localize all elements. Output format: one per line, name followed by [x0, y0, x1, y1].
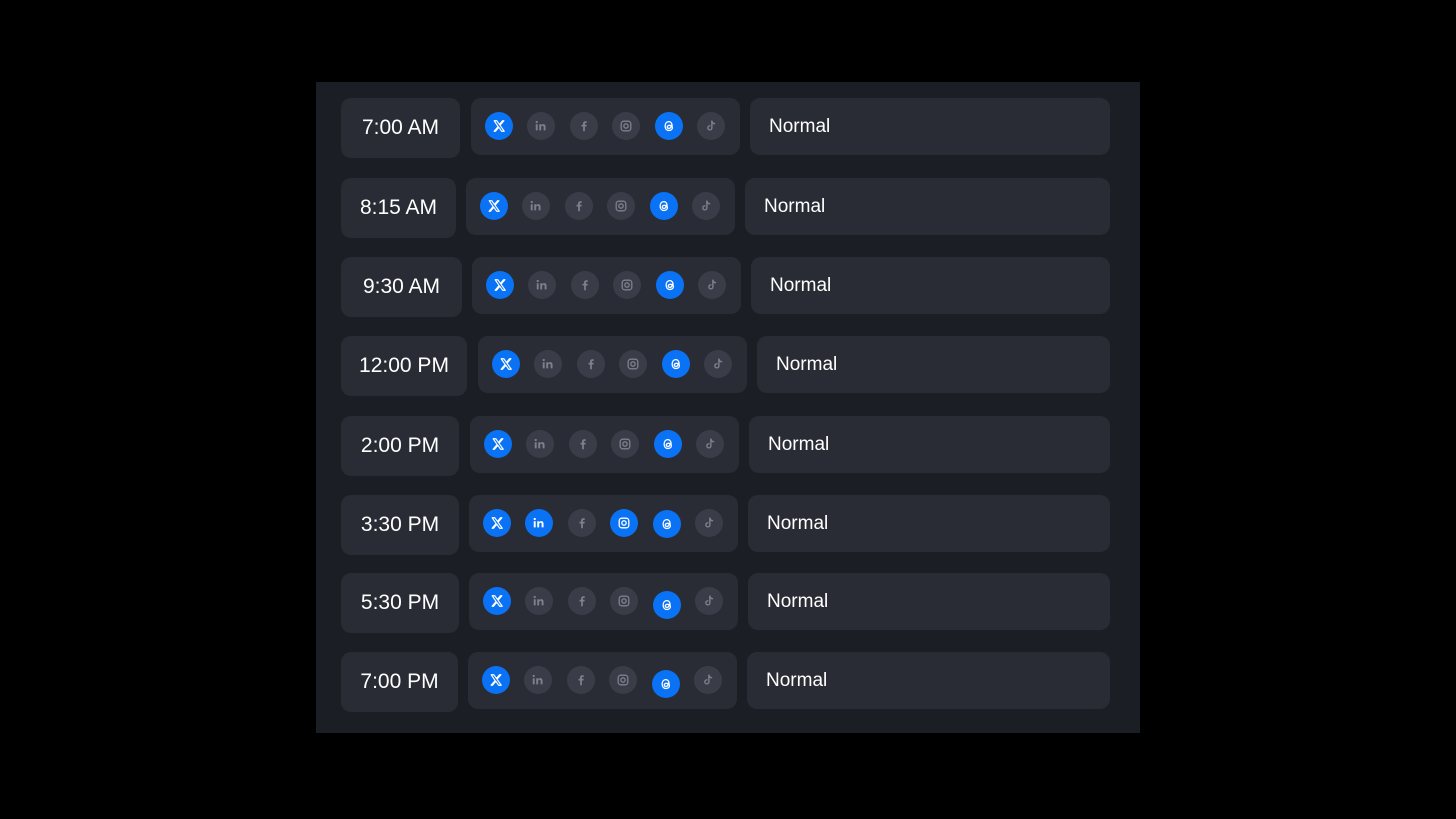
schedule-row: 7:00 AM Normal — [316, 98, 1140, 158]
facebook-icon[interactable] — [569, 430, 597, 458]
instagram-icon[interactable] — [611, 430, 639, 458]
facebook-icon[interactable] — [571, 271, 599, 299]
time-slot[interactable]: 7:00 AM — [341, 98, 460, 158]
x-icon[interactable] — [483, 509, 511, 537]
time-slot[interactable]: 3:30 PM — [341, 495, 459, 555]
schedule-row: 3:30 PM Normal — [316, 495, 1140, 555]
priority-select[interactable]: Normal — [750, 98, 1110, 155]
x-icon[interactable] — [482, 666, 510, 694]
linkedin-icon[interactable] — [528, 271, 556, 299]
linkedin-icon[interactable] — [525, 509, 553, 537]
schedule-row: 7:00 PM Normal — [316, 652, 1140, 712]
x-icon[interactable] — [484, 430, 512, 458]
platform-selector — [469, 495, 738, 552]
platform-selector — [468, 652, 737, 709]
instagram-icon[interactable] — [610, 509, 638, 537]
linkedin-icon[interactable] — [524, 666, 552, 694]
threads-icon[interactable] — [654, 430, 682, 458]
threads-icon[interactable] — [653, 591, 681, 619]
priority-select[interactable]: Normal — [747, 652, 1110, 709]
linkedin-icon[interactable] — [525, 587, 553, 615]
schedule-row: 9:30 AM Normal — [316, 257, 1140, 317]
platform-selector — [470, 416, 739, 473]
tiktok-icon[interactable] — [698, 271, 726, 299]
priority-select[interactable]: Normal — [748, 495, 1110, 552]
priority-select[interactable]: Normal — [748, 573, 1110, 630]
platform-selector — [478, 336, 747, 393]
threads-icon[interactable] — [655, 112, 683, 140]
time-slot[interactable]: 12:00 PM — [341, 336, 467, 396]
linkedin-icon[interactable] — [526, 430, 554, 458]
time-slot[interactable]: 7:00 PM — [341, 652, 458, 712]
schedule-row: 12:00 PM Normal — [316, 336, 1140, 396]
instagram-icon[interactable] — [607, 192, 635, 220]
platform-selector — [471, 98, 740, 155]
instagram-icon[interactable] — [612, 112, 640, 140]
tiktok-icon[interactable] — [694, 666, 722, 694]
time-slot[interactable]: 8:15 AM — [341, 178, 456, 238]
platform-selector — [472, 257, 741, 314]
platform-selector — [469, 573, 738, 630]
instagram-icon[interactable] — [609, 666, 637, 694]
x-icon[interactable] — [485, 112, 513, 140]
schedule-row: 5:30 PM Normal — [316, 573, 1140, 633]
priority-select[interactable]: Normal — [751, 257, 1110, 314]
priority-select[interactable]: Normal — [749, 416, 1110, 473]
time-slot[interactable]: 5:30 PM — [341, 573, 459, 633]
threads-icon[interactable] — [652, 670, 680, 698]
linkedin-icon[interactable] — [527, 112, 555, 140]
time-slot[interactable]: 9:30 AM — [341, 257, 462, 317]
linkedin-icon[interactable] — [534, 350, 562, 378]
x-icon[interactable] — [492, 350, 520, 378]
facebook-icon[interactable] — [567, 666, 595, 694]
platform-selector — [466, 178, 735, 235]
facebook-icon[interactable] — [577, 350, 605, 378]
tiktok-icon[interactable] — [704, 350, 732, 378]
priority-select[interactable]: Normal — [745, 178, 1110, 235]
facebook-icon[interactable] — [568, 509, 596, 537]
facebook-icon[interactable] — [570, 112, 598, 140]
threads-icon[interactable] — [653, 510, 681, 538]
facebook-icon[interactable] — [565, 192, 593, 220]
schedule-row: 2:00 PM Normal — [316, 416, 1140, 476]
linkedin-icon[interactable] — [522, 192, 550, 220]
instagram-icon[interactable] — [610, 587, 638, 615]
tiktok-icon[interactable] — [695, 509, 723, 537]
x-icon[interactable] — [486, 271, 514, 299]
threads-icon[interactable] — [662, 350, 690, 378]
schedule-row: 8:15 AM Normal — [316, 178, 1140, 238]
tiktok-icon[interactable] — [696, 430, 724, 458]
time-slot[interactable]: 2:00 PM — [341, 416, 459, 476]
threads-icon[interactable] — [650, 192, 678, 220]
schedule-panel: 7:00 AM Normal 8:15 AM Normal 9:30 AM Normal 1… — [316, 82, 1140, 733]
facebook-icon[interactable] — [568, 587, 596, 615]
tiktok-icon[interactable] — [697, 112, 725, 140]
tiktok-icon[interactable] — [695, 587, 723, 615]
instagram-icon[interactable] — [619, 350, 647, 378]
instagram-icon[interactable] — [613, 271, 641, 299]
x-icon[interactable] — [483, 587, 511, 615]
priority-select[interactable]: Normal — [757, 336, 1110, 393]
threads-icon[interactable] — [656, 271, 684, 299]
tiktok-icon[interactable] — [692, 192, 720, 220]
x-icon[interactable] — [480, 192, 508, 220]
